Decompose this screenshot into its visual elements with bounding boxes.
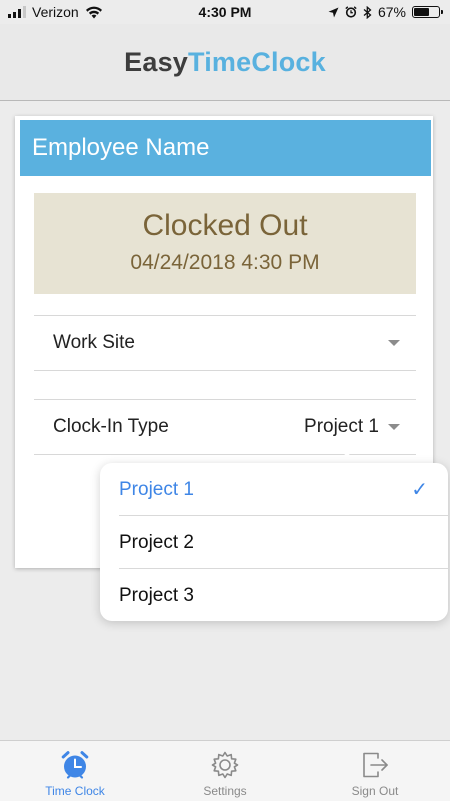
work-site-select[interactable]: Work Site: [34, 315, 416, 371]
status-bar-right: 67%: [328, 4, 443, 20]
logo-part-easy: Easy: [124, 46, 188, 77]
gear-icon: [211, 751, 239, 779]
option-label: Project 2: [119, 532, 194, 553]
work-site-label: Work Site: [53, 332, 136, 353]
app-logo: EasyTimeClock: [124, 47, 326, 78]
tab-label: Time Clock: [45, 784, 105, 798]
status-bar: Verizon 4:30 PM 67%: [0, 0, 450, 24]
dropdown-option-project-1[interactable]: Project 1 ✓: [100, 463, 448, 516]
employee-name-header: Employee Name: [20, 120, 431, 176]
tab-bar: Time Clock Settings Sign Out: [0, 740, 450, 801]
clock-status-datetime: 04/24/2018 4:30 PM: [130, 251, 320, 274]
battery-percent: 67%: [377, 4, 406, 20]
tab-sign-out[interactable]: Sign Out: [300, 741, 450, 801]
tab-time-clock[interactable]: Time Clock: [0, 741, 150, 801]
battery-icon: [412, 6, 443, 18]
clock-in-type-label: Clock-In Type: [53, 416, 169, 437]
checkmark-icon: ✓: [411, 479, 428, 501]
clock-in-type-dropdown: Project 1 ✓ Project 2 Project 3: [100, 463, 448, 621]
logo-part-timeclock: TimeClock: [188, 46, 326, 77]
tab-label: Sign Out: [351, 784, 399, 798]
clock-status-label: Clocked Out: [142, 209, 308, 242]
alarm-icon: [345, 6, 357, 18]
bluetooth-icon: [363, 5, 372, 19]
sign-out-icon: [363, 752, 388, 778]
tab-label: Settings: [203, 784, 247, 798]
option-label: Project 3: [119, 585, 194, 606]
dropdown-option-project-3[interactable]: Project 3: [100, 569, 448, 622]
alarm-clock-icon: [61, 751, 89, 779]
tab-settings[interactable]: Settings: [150, 741, 300, 801]
clock-status-box: Clocked Out 04/24/2018 4:30 PM: [34, 193, 416, 294]
battery-fill: [414, 8, 429, 16]
clock-in-type-value: Project 1: [304, 416, 379, 437]
chevron-down-icon: [388, 424, 400, 430]
chevron-down-icon: [388, 340, 400, 346]
option-label: Project 1: [119, 479, 194, 500]
app-header: EasyTimeClock: [0, 24, 450, 101]
clock-in-type-select[interactable]: Clock-In Type Project 1: [34, 399, 416, 455]
location-arrow-icon: [328, 7, 339, 17]
dropdown-option-project-2[interactable]: Project 2: [100, 516, 448, 569]
